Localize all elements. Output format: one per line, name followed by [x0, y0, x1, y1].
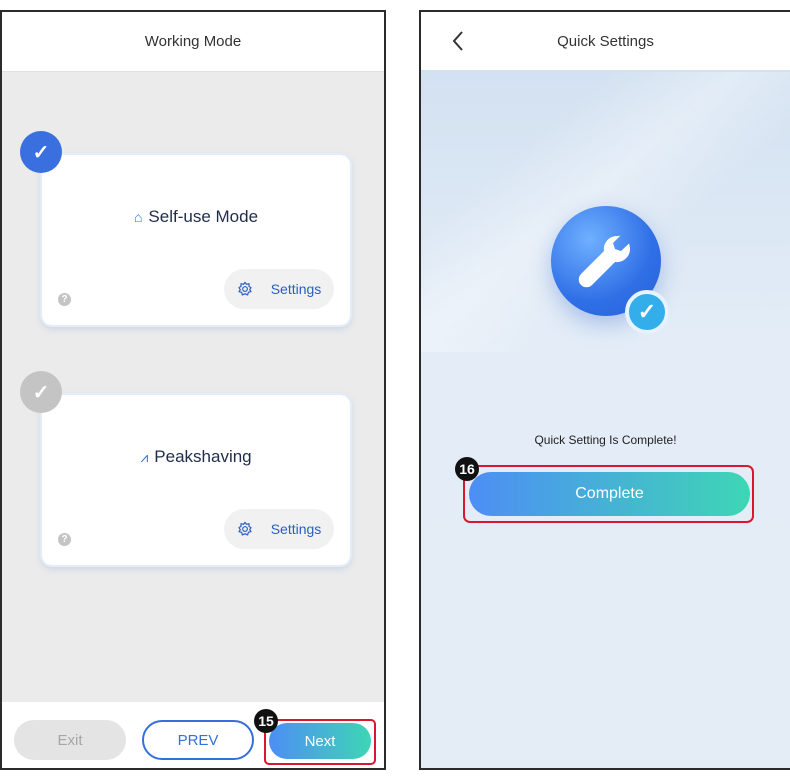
unselected-check-icon[interactable]: ✓ [20, 371, 62, 413]
selected-check-icon[interactable]: ✓ [20, 131, 62, 173]
page-title: Working Mode [144, 33, 242, 50]
settings-label: Settings [270, 521, 322, 537]
mode-card-peakshaving[interactable]: ✓ ⩘ Peakshaving ? Settings [20, 371, 350, 565]
step-number-badge: 16 [455, 457, 479, 481]
settings-label: Settings [270, 281, 322, 297]
success-check-icon: ✓ [625, 290, 669, 334]
working-mode-screen: Working Mode ✓ ⌂ Self-use Mode ? Settings… [0, 10, 386, 770]
mode-card-self-use[interactable]: ✓ ⌂ Self-use Mode ? Settings [20, 131, 350, 325]
complete-button[interactable]: Complete [469, 472, 750, 516]
exit-button[interactable]: Exit [14, 720, 126, 760]
mode-name: Peakshaving [154, 447, 252, 466]
footer-bar: Exit PREV Next 15 [2, 702, 384, 768]
settings-button[interactable]: Settings [224, 269, 334, 309]
wrench-icon [578, 235, 630, 288]
peak-icon: ⩘ [140, 449, 149, 465]
prev-button[interactable]: PREV [142, 720, 254, 760]
mode-name: Self-use Mode [148, 207, 259, 226]
next-button[interactable]: Next [269, 723, 371, 759]
help-icon[interactable]: ? [58, 293, 71, 306]
page-title: Quick Settings [557, 32, 654, 50]
gear-icon [238, 521, 252, 536]
back-chevron-icon[interactable] [451, 30, 465, 52]
help-icon[interactable]: ? [58, 533, 71, 546]
step-number-badge: 15 [254, 709, 278, 733]
completion-message: Quick Setting Is Complete! [534, 433, 677, 447]
quick-settings-screen: Quick Settings ✓ Quick Setting Is Comple… [419, 10, 790, 770]
header: Working Mode [2, 12, 384, 72]
header: Quick Settings [421, 12, 790, 70]
settings-button[interactable]: Settings [224, 509, 334, 549]
mode-title: ⩘ Peakshaving [42, 447, 350, 467]
house-icon: ⌂ [133, 209, 143, 225]
gear-icon [238, 281, 252, 296]
mode-title: ⌂ Self-use Mode [42, 207, 350, 227]
